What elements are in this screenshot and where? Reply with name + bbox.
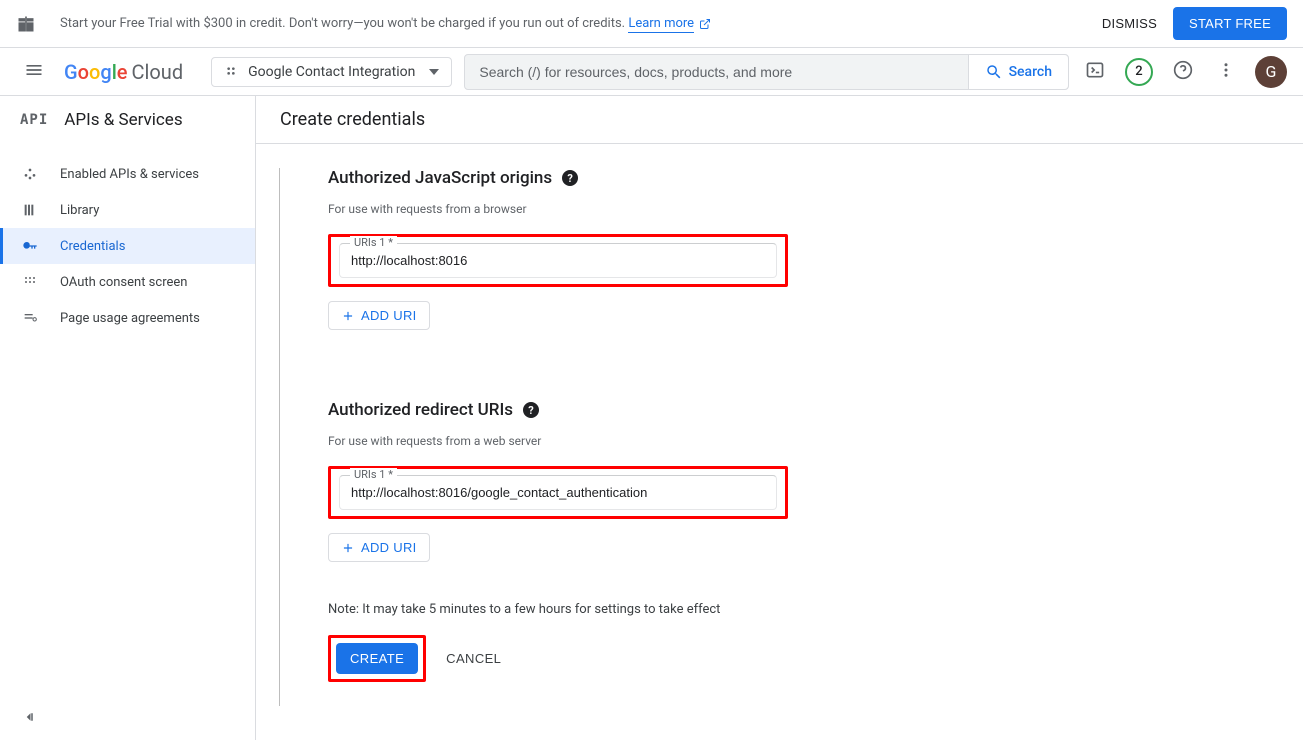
create-button[interactable]: CREATE xyxy=(336,643,418,674)
sidebar-item-library[interactable]: Library xyxy=(0,192,255,228)
js-origins-subtitle: For use with requests from a browser xyxy=(328,202,1303,216)
cloud-wordmark: Cloud xyxy=(132,60,184,84)
js-origins-help-icon[interactable]: ? xyxy=(562,170,578,186)
cloud-shell-button[interactable] xyxy=(1081,56,1109,87)
free-trial-banner: Start your Free Trial with $300 in credi… xyxy=(0,0,1303,48)
sidebar-item-enabled-apis[interactable]: Enabled APIs & services xyxy=(0,156,255,192)
sidebar-item-label: OAuth consent screen xyxy=(60,275,187,290)
redirect-uris-title: Authorized redirect URIs xyxy=(328,400,513,420)
main-content: Create credentials Authorized JavaScript… xyxy=(256,96,1303,740)
redirect-uris-input[interactable] xyxy=(341,477,775,508)
sidebar-item-page-usage[interactable]: Page usage agreements xyxy=(0,300,255,336)
sidebar-item-label: Credentials xyxy=(60,239,125,254)
sidebar: API APIs & Services Enabled APIs & servi… xyxy=(0,96,256,740)
sidebar-header: API APIs & Services xyxy=(0,96,255,144)
search-button[interactable]: Search xyxy=(968,55,1068,89)
plus-icon xyxy=(341,541,355,555)
sidebar-title: APIs & Services xyxy=(64,110,182,130)
key-icon xyxy=(20,238,40,254)
search-bar: Search xyxy=(464,54,1069,90)
terminal-icon xyxy=(1085,60,1105,80)
free-trial-badge[interactable]: 2 xyxy=(1125,58,1153,86)
redirect-uris-section: Authorized redirect URIs ? For use with … xyxy=(328,400,1303,562)
js-origins-add-uri-button[interactable]: ADD URI xyxy=(328,301,430,330)
redirect-uris-subtitle: For use with requests from a web server xyxy=(328,434,1303,448)
hamburger-menu-button[interactable] xyxy=(16,52,52,91)
dismiss-button[interactable]: DISMISS xyxy=(1102,16,1157,31)
action-row: CREATE CANCEL xyxy=(328,635,1303,682)
more-options-button[interactable] xyxy=(1213,57,1239,86)
help-icon xyxy=(1173,60,1193,80)
external-link-icon xyxy=(699,18,711,30)
consent-icon xyxy=(20,274,40,290)
redirect-uris-field-label: URIs 1 * xyxy=(350,468,397,481)
page-title: Create credentials xyxy=(280,109,425,130)
menu-icon xyxy=(24,60,44,80)
header-bar: Google Cloud Google Contact Integration … xyxy=(0,48,1303,96)
search-input[interactable] xyxy=(465,64,967,80)
banner-text: Start your Free Trial with $300 in credi… xyxy=(60,16,1102,31)
kebab-icon xyxy=(1217,61,1235,79)
page-header: Create credentials xyxy=(256,96,1303,144)
help-button[interactable] xyxy=(1169,56,1197,87)
enabled-apis-icon xyxy=(20,166,40,182)
cancel-button[interactable]: CANCEL xyxy=(446,651,501,666)
learn-more-link[interactable]: Learn more xyxy=(628,16,694,33)
project-icon xyxy=(224,64,240,80)
collapse-sidebar-button[interactable] xyxy=(20,708,38,729)
js-origins-field-label: URIs 1 * xyxy=(350,236,397,249)
redirect-uris-field: URIs 1 * xyxy=(339,475,777,510)
redirect-uris-help-icon[interactable]: ? xyxy=(523,402,539,418)
sidebar-item-label: Enabled APIs & services xyxy=(60,167,199,182)
google-wordmark: Google xyxy=(64,60,128,84)
avatar[interactable]: G xyxy=(1255,56,1287,88)
sidebar-item-label: Page usage agreements xyxy=(60,311,200,326)
api-icon: API xyxy=(20,112,48,128)
note-text: Note: It may take 5 minutes to a few hou… xyxy=(328,602,1303,617)
google-cloud-logo[interactable]: Google Cloud xyxy=(64,60,183,84)
agreements-icon xyxy=(20,310,40,326)
gift-icon xyxy=(16,14,36,34)
redirect-uris-add-uri-button[interactable]: ADD URI xyxy=(328,533,430,562)
js-origins-field: URIs 1 * xyxy=(339,243,777,278)
sidebar-item-credentials[interactable]: Credentials xyxy=(0,228,255,264)
library-icon xyxy=(20,202,40,218)
js-origins-section: Authorized JavaScript origins ? For use … xyxy=(328,168,1303,330)
chevron-down-icon xyxy=(429,67,439,77)
sidebar-item-oauth-consent[interactable]: OAuth consent screen xyxy=(0,264,255,300)
create-highlight: CREATE xyxy=(328,635,426,682)
redirect-uris-highlight: URIs 1 * xyxy=(328,466,788,519)
js-origins-title: Authorized JavaScript origins xyxy=(328,168,552,188)
plus-icon xyxy=(341,309,355,323)
js-origins-highlight: URIs 1 * xyxy=(328,234,788,287)
project-name: Google Contact Integration xyxy=(248,64,415,80)
sidebar-item-label: Library xyxy=(60,203,99,218)
start-free-button[interactable]: START FREE xyxy=(1173,7,1287,40)
js-origins-input[interactable] xyxy=(341,245,775,276)
project-selector[interactable]: Google Contact Integration xyxy=(211,57,452,87)
chevron-left-icon xyxy=(20,708,38,726)
search-icon xyxy=(985,63,1003,81)
